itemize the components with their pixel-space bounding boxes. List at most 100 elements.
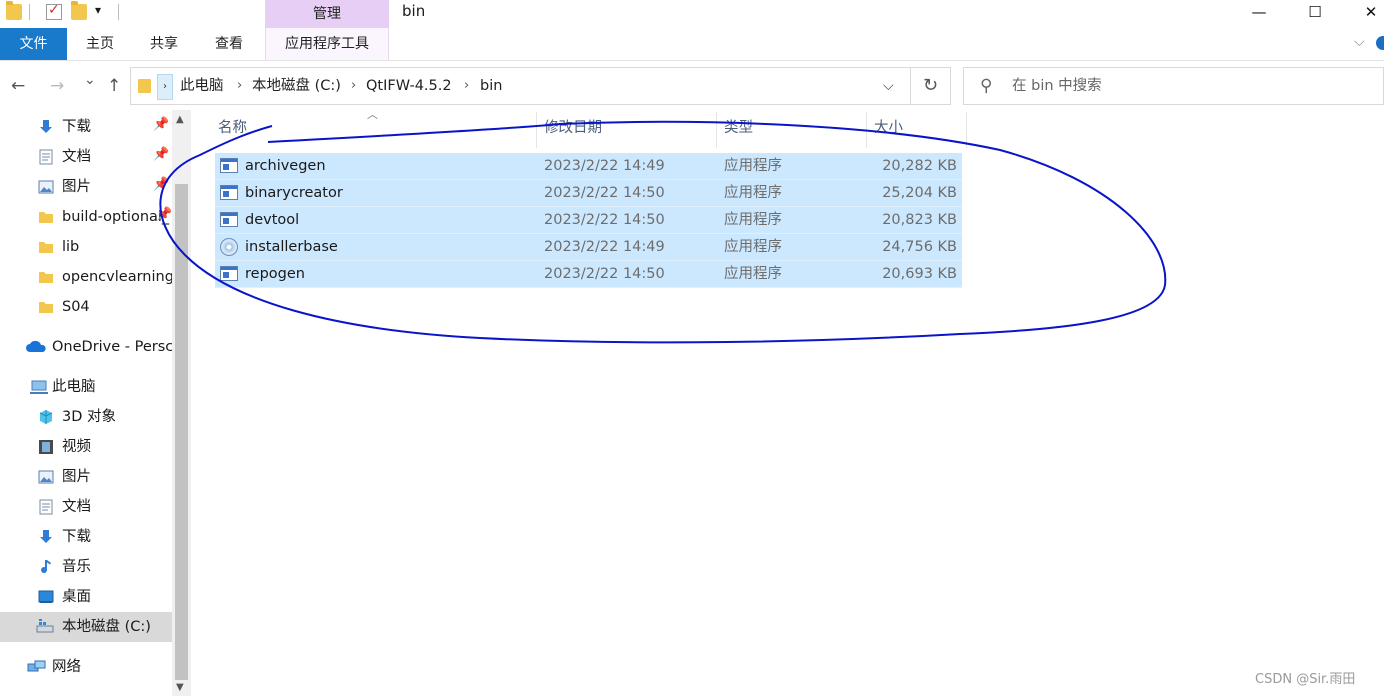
sidebar-item-pictures-pinned[interactable]: 图片 📌 bbox=[0, 172, 172, 202]
pin-icon[interactable]: 📌 bbox=[153, 147, 169, 162]
sidebar-item-downloads-pinned[interactable]: 下载 📌 bbox=[0, 112, 172, 142]
videos-icon bbox=[39, 440, 53, 454]
download-icon bbox=[40, 120, 52, 133]
column-divider[interactable] bbox=[966, 112, 967, 148]
file-date: 2023/2/22 14:50 bbox=[544, 266, 665, 282]
properties-check-icon[interactable] bbox=[46, 2, 62, 20]
pin-icon[interactable]: 📌 bbox=[156, 207, 172, 222]
pictures-icon bbox=[38, 470, 54, 484]
search-box[interactable]: ⚲ bbox=[963, 67, 1384, 105]
help-icon[interactable] bbox=[1376, 36, 1384, 50]
sidebar-item-3d-objects[interactable]: 3D 对象 bbox=[0, 402, 172, 432]
sidebar-item-onedrive[interactable]: OneDrive - Persc bbox=[0, 332, 172, 362]
navigation-bar: ← → ⌄ ↑ › 此电脑 › 本地磁盘 (C:) › QtIFW-4.5.2 … bbox=[0, 62, 1384, 110]
sidebar-item-label: 音乐 bbox=[62, 559, 91, 575]
file-row[interactable]: binarycreator 2023/2/22 14:50 应用程序 25,20… bbox=[215, 180, 962, 207]
contextual-tab-manage[interactable]: 管理 bbox=[265, 0, 389, 28]
sidebar-scrollbar[interactable]: ▲ ▼ bbox=[172, 110, 191, 696]
sidebar-item-label: 视频 bbox=[62, 439, 91, 455]
scroll-down-icon[interactable]: ▼ bbox=[176, 682, 184, 693]
scrollbar-thumb[interactable] bbox=[175, 184, 188, 680]
breadcrumb-separator[interactable]: › bbox=[237, 68, 242, 104]
watermark: CSDN @Sir.雨田 bbox=[1255, 672, 1356, 687]
file-name[interactable]: devtool bbox=[245, 207, 299, 233]
chevron-right-icon[interactable]: › bbox=[157, 74, 173, 100]
column-divider[interactable] bbox=[716, 112, 717, 148]
pin-icon[interactable]: 📌 bbox=[153, 117, 169, 132]
file-size: 20,823 KB bbox=[882, 212, 957, 228]
maximize-button[interactable]: ☐ bbox=[1292, 0, 1338, 26]
new-folder-icon[interactable] bbox=[71, 1, 87, 20]
breadcrumb-separator[interactable]: › bbox=[464, 68, 469, 104]
sidebar-item-desktop[interactable]: 桌面 bbox=[0, 582, 172, 612]
sidebar-item-s04[interactable]: S04 bbox=[0, 292, 172, 322]
sidebar-item-label: 文档 bbox=[62, 499, 91, 515]
tab-application-tools[interactable]: 应用程序工具 bbox=[265, 28, 389, 60]
sidebar-item-network[interactable]: 网络 bbox=[0, 652, 172, 682]
forward-button[interactable]: → bbox=[50, 76, 64, 96]
file-row[interactable]: repogen 2023/2/22 14:50 应用程序 20,693 KB bbox=[215, 261, 962, 288]
folder-icon bbox=[138, 79, 151, 93]
exe-icon bbox=[220, 266, 238, 281]
back-button[interactable]: ← bbox=[11, 76, 25, 96]
sidebar-item-downloads[interactable]: 下载 bbox=[0, 522, 172, 552]
pictures-icon bbox=[38, 180, 54, 194]
network-icon bbox=[27, 660, 46, 672]
search-icon: ⚲ bbox=[980, 76, 993, 96]
breadcrumb-bin[interactable]: bin bbox=[480, 68, 502, 104]
breadcrumb-separator[interactable]: › bbox=[351, 68, 356, 104]
breadcrumb-qtifw[interactable]: QtIFW-4.5.2 bbox=[366, 68, 452, 104]
file-row[interactable]: archivegen 2023/2/22 14:49 应用程序 20,282 K… bbox=[215, 153, 962, 180]
column-header-date-modified[interactable]: 修改日期 bbox=[544, 110, 716, 150]
column-header-name[interactable]: 名称 bbox=[218, 110, 536, 150]
refresh-button[interactable]: ↻ bbox=[911, 67, 951, 105]
sidebar-item-music[interactable]: 音乐 bbox=[0, 552, 172, 582]
up-button[interactable]: ↑ bbox=[107, 76, 121, 96]
sidebar-item-label: 图片 bbox=[62, 179, 91, 195]
tab-view[interactable]: 查看 bbox=[207, 28, 251, 60]
file-name[interactable]: binarycreator bbox=[245, 180, 343, 206]
sidebar-item-label: 网络 bbox=[52, 659, 81, 675]
file-row[interactable]: installerbase 2023/2/22 14:49 应用程序 24,75… bbox=[215, 234, 962, 261]
file-row[interactable]: devtool 2023/2/22 14:50 应用程序 20,823 KB bbox=[215, 207, 962, 234]
tab-file[interactable]: 文件 bbox=[0, 28, 67, 60]
sidebar-item-local-disk[interactable]: 本地磁盘 (C:) bbox=[0, 612, 172, 642]
quick-access-dropdown-icon[interactable]: ▾ bbox=[95, 3, 101, 17]
sidebar-item-opencvlearning[interactable]: opencvlearning bbox=[0, 262, 172, 292]
scroll-up-icon[interactable]: ▲ bbox=[176, 114, 184, 125]
column-divider[interactable] bbox=[536, 112, 537, 148]
breadcrumb-this-pc[interactable]: 此电脑 bbox=[180, 68, 224, 104]
minimize-button[interactable]: — bbox=[1236, 0, 1282, 26]
sidebar-item-pictures[interactable]: 图片 bbox=[0, 462, 172, 492]
sidebar-item-label: lib bbox=[62, 239, 80, 255]
close-button[interactable]: ✕ bbox=[1348, 0, 1384, 26]
sidebar-item-label: 下载 bbox=[62, 529, 91, 545]
chevron-down-icon[interactable]: ⌵ bbox=[1354, 34, 1365, 50]
file-name[interactable]: repogen bbox=[245, 261, 305, 287]
column-divider[interactable] bbox=[866, 112, 867, 148]
sidebar-item-build-optional[interactable]: build-optional_ 📌 bbox=[0, 202, 172, 232]
file-name[interactable]: installerbase bbox=[245, 234, 338, 260]
column-header-type[interactable]: 类型 bbox=[724, 110, 866, 150]
folder-icon[interactable] bbox=[6, 1, 22, 20]
breadcrumb-local-disk[interactable]: 本地磁盘 (C:) bbox=[252, 68, 341, 104]
file-name[interactable]: archivegen bbox=[245, 153, 326, 179]
sidebar-item-label: 3D 对象 bbox=[62, 409, 116, 425]
sidebar-item-documents-pinned[interactable]: 文档 📌 bbox=[0, 142, 172, 172]
sidebar-item-videos[interactable]: 视频 bbox=[0, 432, 172, 462]
sidebar-item-documents[interactable]: 文档 bbox=[0, 492, 172, 522]
document-icon bbox=[39, 499, 53, 515]
file-size: 20,693 KB bbox=[882, 266, 957, 282]
recent-locations-button[interactable]: ⌄ bbox=[84, 72, 96, 88]
sidebar-item-lib[interactable]: lib bbox=[0, 232, 172, 262]
search-input[interactable] bbox=[1012, 68, 1372, 104]
address-bar[interactable]: › 此电脑 › 本地磁盘 (C:) › QtIFW-4.5.2 › bin ⌵ bbox=[130, 67, 911, 105]
tab-share[interactable]: 共享 bbox=[142, 28, 186, 60]
file-list: ︿ 名称 修改日期 类型 大小 archivegen 2023/2/22 14:… bbox=[191, 108, 1384, 696]
download-icon bbox=[40, 530, 52, 543]
chevron-down-icon[interactable]: ⌵ bbox=[883, 68, 894, 104]
sidebar-item-this-pc[interactable]: 此电脑 bbox=[0, 372, 172, 402]
column-header-size[interactable]: 大小 bbox=[874, 110, 966, 150]
pin-icon[interactable]: 📌 bbox=[153, 177, 169, 192]
tab-home[interactable]: 主页 bbox=[78, 28, 122, 60]
